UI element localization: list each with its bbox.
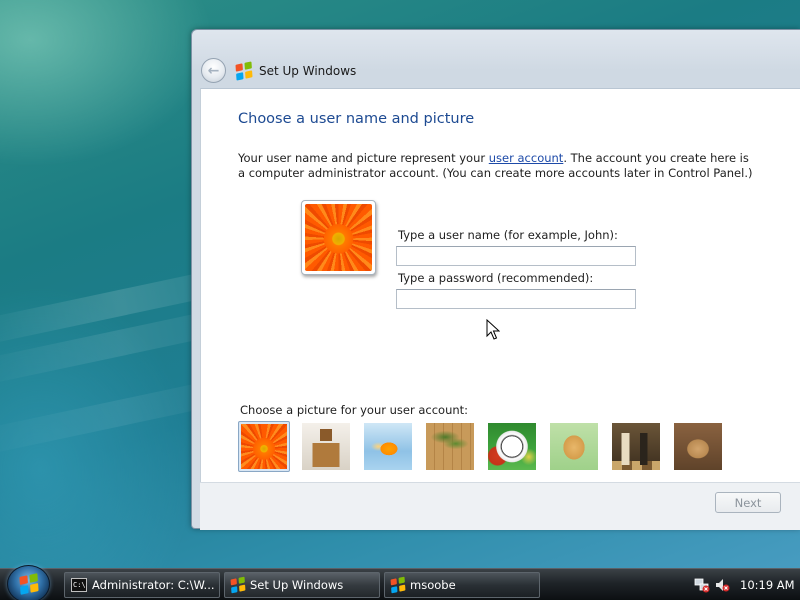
taskbar: C:\ Administrator: C:\W... Set Up Window… — [0, 565, 800, 600]
setup-content: Choose a user name and picture Your user… — [200, 88, 800, 482]
next-button[interactable]: Next — [715, 492, 781, 513]
taskbar-item-command-prompt[interactable]: C:\ Administrator: C:\W... — [64, 572, 220, 598]
user-account-link[interactable]: user account — [489, 151, 564, 165]
windows-logo-icon — [18, 573, 38, 595]
description-text: Your user name and picture represent you… — [238, 151, 489, 165]
cmd-icon: C:\ — [71, 578, 87, 592]
password-input[interactable] — [396, 289, 636, 309]
windows-icon — [390, 576, 406, 594]
page-heading: Choose a user name and picture — [238, 111, 475, 127]
chess-image — [612, 423, 660, 470]
back-button[interactable]: ← — [201, 58, 226, 83]
network-disconnected-icon[interactable] — [694, 577, 710, 593]
clock[interactable]: 10:19 AM — [740, 578, 795, 592]
windows-logo-icon — [235, 61, 253, 81]
kitten-image — [674, 423, 722, 470]
picture-option-chess[interactable] — [610, 421, 662, 472]
soccer-ball-image — [488, 423, 536, 470]
picture-option-dog[interactable] — [548, 421, 600, 472]
goldfish-image — [364, 423, 412, 470]
taskbar-item-label: Set Up Windows — [250, 578, 344, 592]
picture-option-goldfish[interactable] — [362, 421, 414, 472]
windows-icon — [230, 576, 246, 594]
window-title: Set Up Windows — [259, 64, 357, 78]
wizard-footer: Next — [200, 482, 800, 530]
selected-picture-preview — [301, 200, 376, 275]
robot-image — [302, 423, 350, 470]
taskbar-item-msoobe[interactable]: msoobe — [384, 572, 540, 598]
start-button[interactable] — [7, 565, 50, 600]
username-label: Type a user name (for example, John): — [398, 228, 618, 242]
username-input[interactable] — [396, 246, 636, 266]
picture-option-kitten[interactable] — [672, 421, 724, 472]
picture-option-robot[interactable] — [300, 421, 352, 472]
picture-option-bonsai[interactable] — [424, 421, 476, 472]
flower-image — [241, 424, 287, 469]
mouse-cursor-icon — [486, 319, 500, 340]
setup-window: ← Set Up Windows Choose a user name and … — [191, 29, 800, 530]
volume-muted-icon[interactable] — [714, 577, 730, 593]
taskbar-item-label: msoobe — [410, 578, 456, 592]
window-titlebar: ← Set Up Windows — [192, 30, 800, 88]
taskbar-item-label: Administrator: C:\W... — [92, 578, 215, 592]
password-label: Type a password (recommended): — [398, 271, 594, 285]
picture-option-flower[interactable] — [238, 421, 290, 472]
taskbar-item-set-up-windows[interactable]: Set Up Windows — [224, 572, 380, 598]
dog-image — [550, 423, 598, 470]
system-tray: 10:19 AM — [694, 573, 795, 597]
bonsai-image — [426, 423, 474, 470]
back-arrow-icon: ← — [207, 62, 220, 79]
picture-option-soccer-ball[interactable] — [486, 421, 538, 472]
picture-choice-label: Choose a picture for your user account: — [240, 403, 469, 417]
flower-image — [305, 204, 372, 271]
page-description: Your user name and picture represent you… — [238, 151, 758, 181]
